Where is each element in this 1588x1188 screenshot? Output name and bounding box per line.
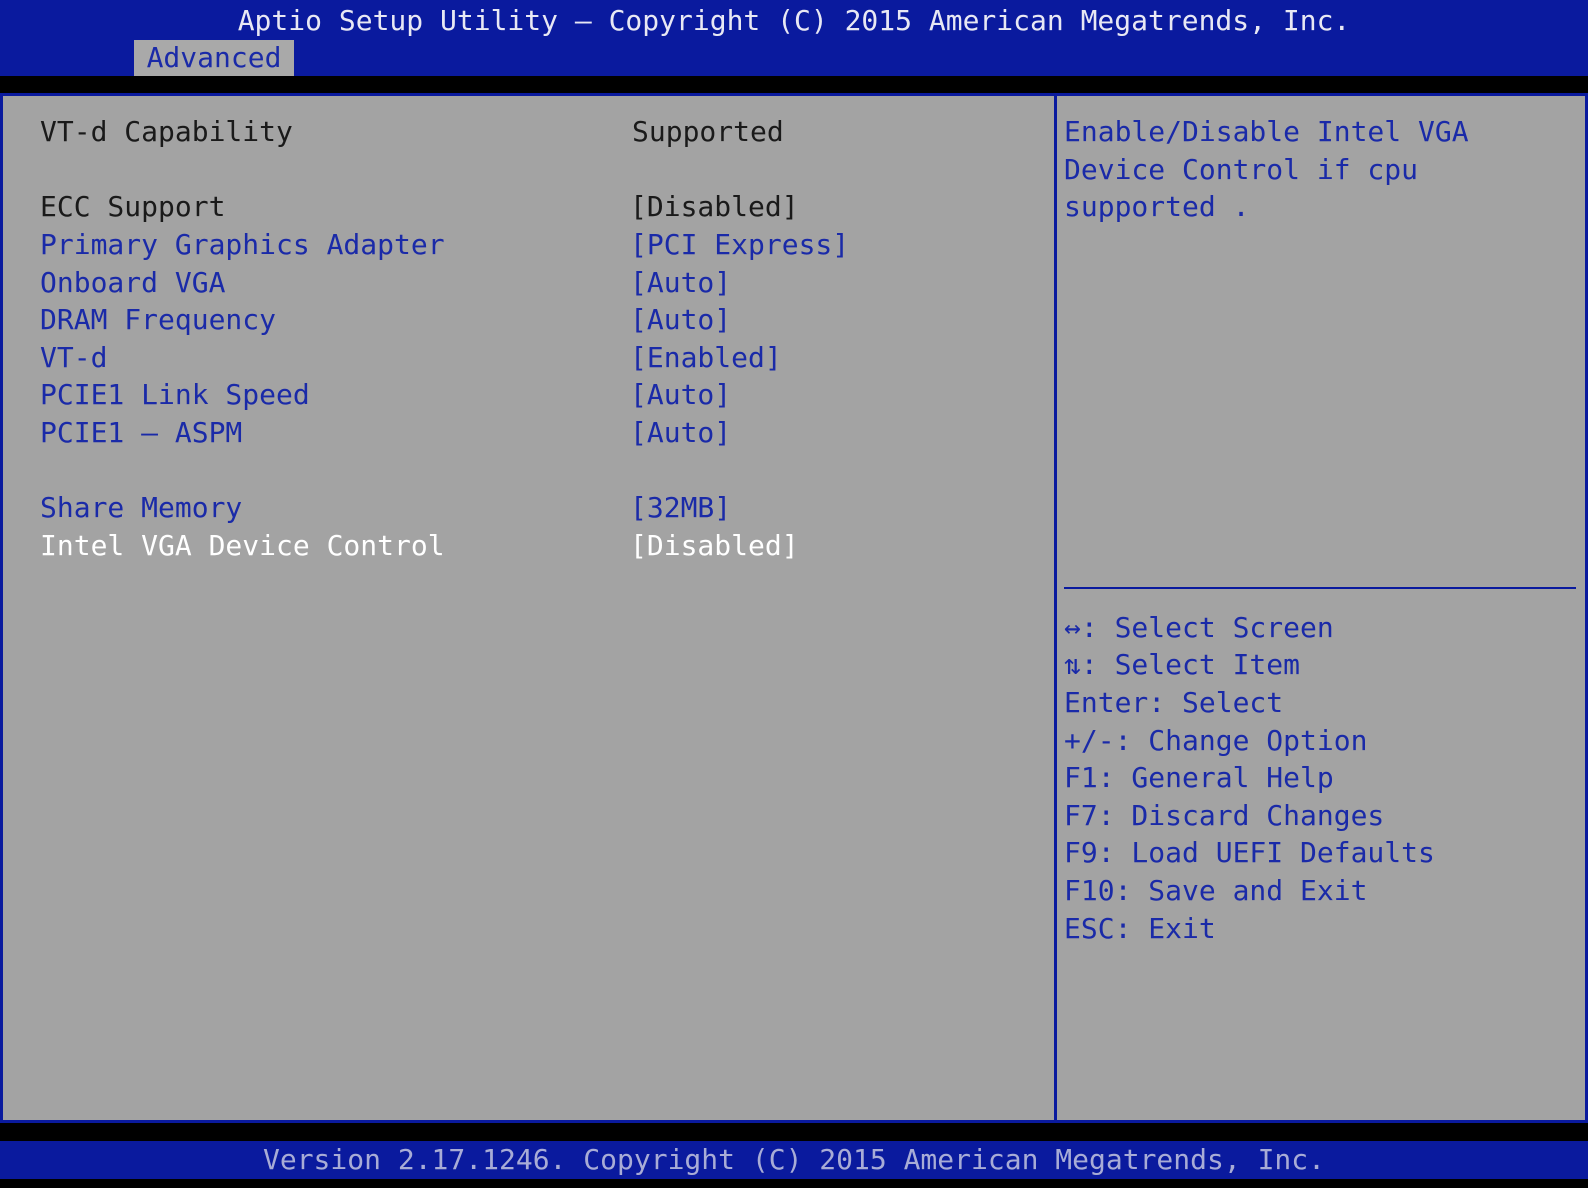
setting-value: [Auto] [630, 378, 732, 411]
setting-intel-vga-device-control[interactable]: Intel VGA Device Control [Disabled] [40, 527, 1040, 565]
setting-onboard-vga[interactable]: Onboard VGA [Auto] [40, 264, 1040, 302]
tab-advanced[interactable]: Advanced [134, 40, 294, 76]
setting-label: Onboard VGA [40, 266, 226, 299]
key-hint-save-exit: F10: Save and Exit [1064, 874, 1368, 907]
help-description-line: Enable/Disable Intel VGA [1064, 115, 1469, 148]
setting-label: DRAM Frequency [40, 303, 277, 336]
setting-label: VT-d Capability [40, 115, 293, 148]
key-hint-general-help: F1: General Help [1064, 761, 1334, 794]
bios-screen: Aptio Setup Utility – Copyright (C) 2015… [0, 0, 1588, 1188]
setting-label: PCIE1 Link Speed [40, 378, 310, 411]
key-hint-load-defaults: F9: Load UEFI Defaults [1064, 836, 1435, 869]
setting-primary-graphics-adapter[interactable]: Primary Graphics Adapter [PCI Express] [40, 226, 1040, 264]
setting-value: [Disabled] [630, 190, 799, 223]
setting-label: Share Memory [40, 491, 243, 524]
key-hint-esc-exit: ESC: Exit [1064, 912, 1216, 945]
setting-pcie1-aspm[interactable]: PCIE1 – ASPM [Auto] [40, 414, 1040, 452]
setting-value: [Auto] [630, 416, 732, 449]
key-hint-enter: Enter: Select [1064, 686, 1284, 719]
help-description-line: Device Control if cpu [1064, 153, 1419, 186]
setting-vtd-capability: VT-d Capability Supported [40, 113, 1040, 151]
key-hint-select-screen: ↔: Select Screen [1064, 611, 1334, 644]
setting-pcie1-link-speed[interactable]: PCIE1 Link Speed [Auto] [40, 376, 1040, 414]
setting-value: [Enabled] [630, 341, 782, 374]
setting-share-memory[interactable]: Share Memory [32MB] [40, 489, 1040, 527]
setting-value: [Auto] [630, 266, 732, 299]
help-description-line: supported . [1064, 190, 1250, 223]
setting-value: [Disabled] [630, 529, 799, 562]
key-hint-discard-changes: F7: Discard Changes [1064, 799, 1385, 832]
setting-label: PCIE1 – ASPM [40, 416, 243, 449]
help-divider [1064, 587, 1576, 589]
setting-value: [32MB] [630, 491, 732, 524]
setting-label: ECC Support [40, 190, 226, 223]
setting-label: Primary Graphics Adapter [40, 228, 445, 261]
setting-label: VT-d [40, 341, 108, 374]
key-hint-change-option: +/-: Change Option [1064, 724, 1368, 757]
setting-value: [Auto] [630, 303, 732, 336]
bottom-border [0, 1179, 1588, 1188]
app-title: Aptio Setup Utility – Copyright (C) 2015… [237, 4, 1351, 37]
setting-value: Supported [632, 115, 784, 148]
header-bar: Aptio Setup Utility – Copyright (C) 2015… [0, 0, 1588, 76]
setting-dram-frequency[interactable]: DRAM Frequency [Auto] [40, 301, 1040, 339]
footer-version: Version 2.17.1246. Copyright (C) 2015 Am… [0, 1141, 1588, 1179]
setting-ecc-support: ECC Support [Disabled] [40, 188, 1040, 226]
panel-divider [1054, 93, 1057, 1123]
setting-label: Intel VGA Device Control [40, 529, 445, 562]
setting-vt-d[interactable]: VT-d [Enabled] [40, 339, 1040, 377]
key-hint-select-item: ⇅: Select Item [1064, 648, 1301, 681]
setting-value: [PCI Express] [630, 228, 850, 261]
